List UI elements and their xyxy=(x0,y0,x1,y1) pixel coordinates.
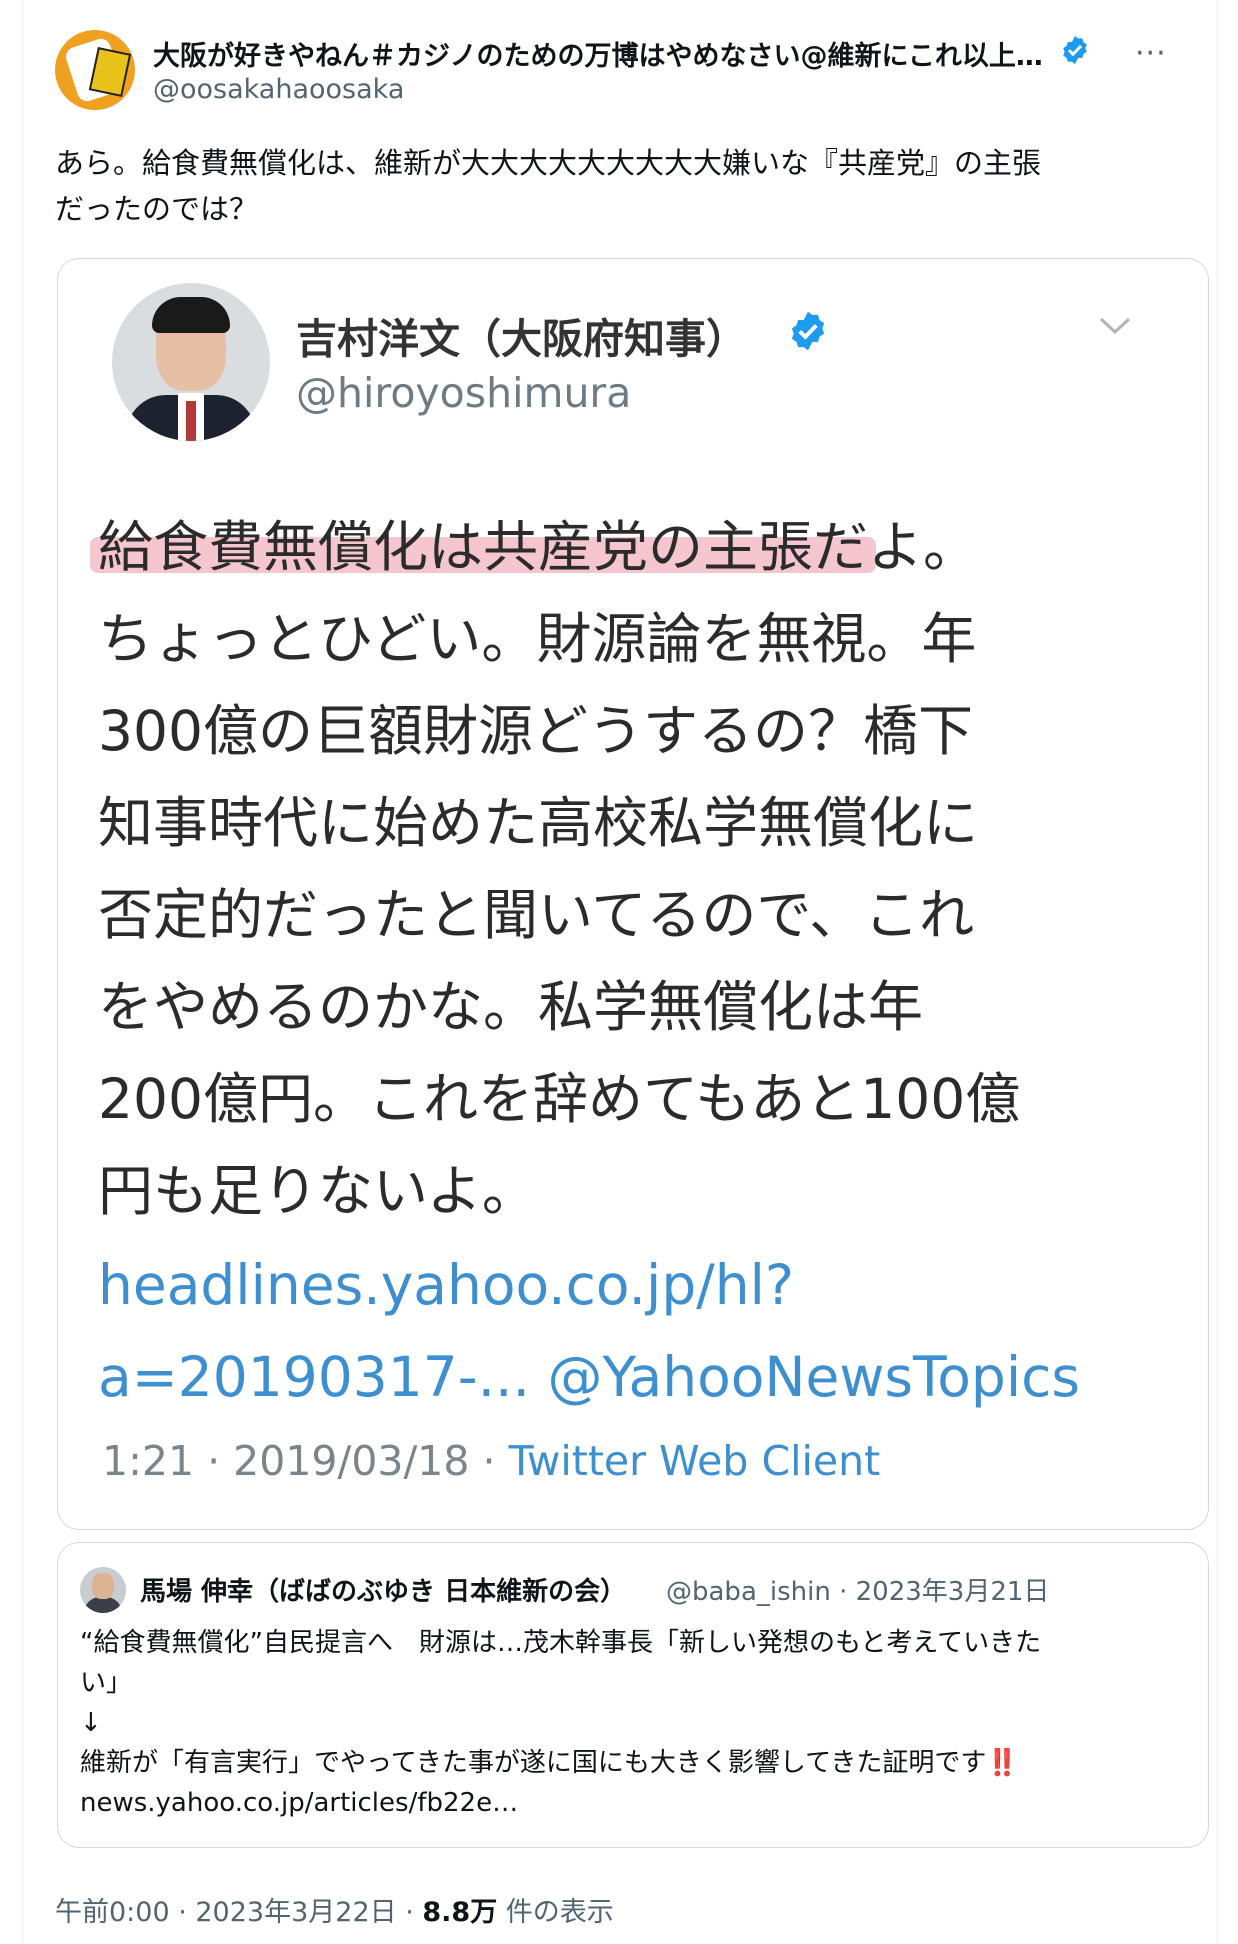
more-options-icon[interactable]: ··· xyxy=(1135,36,1167,71)
author-handle[interactable]: @oosakahaoosaka xyxy=(153,74,404,105)
view-count: 8.8万 xyxy=(422,1897,498,1928)
quoted-handle-date: @baba_ishin · 2023年3月21日 xyxy=(666,1577,1050,1607)
embedded-body-line: 否定的だったと聞いてるので、これ xyxy=(98,883,975,947)
author-avatar[interactable] xyxy=(55,30,135,110)
tweet-footer: 午前0:00 · 2023年3月22日 · 8.8万 件の表示 xyxy=(55,1890,614,1929)
quoted-avatar xyxy=(80,1567,126,1613)
embedded-link-line: a=20190317-... @YahooNewsTopics xyxy=(98,1345,1080,1409)
verified-badge-icon xyxy=(1063,36,1087,64)
author-display-name[interactable]: 大阪が好きやねん＃カジノのための万博はやめなさい@維新にこれ以上… xyxy=(153,34,1043,73)
post-time[interactable]: 午前0:00 · 2023年3月22日 · xyxy=(55,1897,422,1928)
tweet-card: 大阪が好きやねん＃カジノのための万博はやめなさい@維新にこれ以上… ··· @o… xyxy=(22,0,1218,1944)
embedded-display-name: 吉村洋文（大阪府知事） xyxy=(296,315,747,363)
embedded-tweet-image[interactable]: 吉村洋文（大阪府知事） @hiroyoshimura 給食費無償化は共産党の主張… xyxy=(57,258,1209,1530)
embedded-highlight-line: 給食費無償化は共産党の主張だよ。 xyxy=(98,515,979,579)
embedded-handle: @hiroyoshimura xyxy=(296,369,632,417)
embedded-body-line: 200億円。これを辞めてもあと100億 xyxy=(98,1067,1021,1131)
embedded-client: Twitter Web Client xyxy=(508,1437,881,1485)
tweet-text-line: あら。給食費無償化は、維新が大大大大大大大大大嫌いな『共産党』の主張 xyxy=(55,146,1042,180)
embedded-avatar xyxy=(112,283,270,441)
embedded-body-line: 知事時代に始めた高校私学無償化に xyxy=(98,791,979,855)
quoted-tweet[interactable]: 馬場 伸幸（ばばのぶゆき 日本維新の会） @baba_ishin · 2023年… xyxy=(57,1542,1209,1848)
embedded-body-line: をやめるのかな。私学無償化は年 xyxy=(98,975,924,1039)
embedded-body-line: 300億の巨額財源どうするの？橋下 xyxy=(98,699,973,763)
embedded-time: 1:21 · 2019/03/18 · xyxy=(102,1437,509,1485)
embedded-body-line: 円も足りないよ。 xyxy=(98,1159,537,1223)
view-count-label: 件の表示 xyxy=(497,1897,614,1928)
embedded-meta: 1:21 · 2019/03/18 · Twitter Web Client xyxy=(102,1437,880,1485)
embedded-body: 給食費無償化は共産党の主張だよ。 ちょっとひどい。財源論を無視。年 300億の巨… xyxy=(98,501,1178,1237)
quoted-text: “給食費無償化”自民提言へ 財源は…茂木幹事長「新しい発想のもと考えていきた い… xyxy=(80,1628,1042,1818)
embedded-body-line: ちょっとひどい。財源論を無視。年 xyxy=(98,607,977,671)
tweet-text-line: だったのでは？ xyxy=(55,192,259,226)
embedded-link: headlines.yahoo.co.jp/hl? a=20190317-...… xyxy=(98,1239,1178,1423)
tweet-text: あら。給食費無償化は、維新が大大大大大大大大大嫌いな『共産党』の主張 だったので… xyxy=(55,140,1195,232)
quoted-display-name: 馬場 伸幸（ばばのぶゆき 日本維新の会） xyxy=(140,1577,627,1607)
embedded-link-line: headlines.yahoo.co.jp/hl? xyxy=(98,1253,795,1317)
chevron-down-icon xyxy=(1099,317,1131,335)
embedded-verified-badge-icon xyxy=(791,311,825,351)
tweet-header: 大阪が好きやねん＃カジノのための万博はやめなさい@維新にこれ以上… ··· @o… xyxy=(55,30,1195,110)
